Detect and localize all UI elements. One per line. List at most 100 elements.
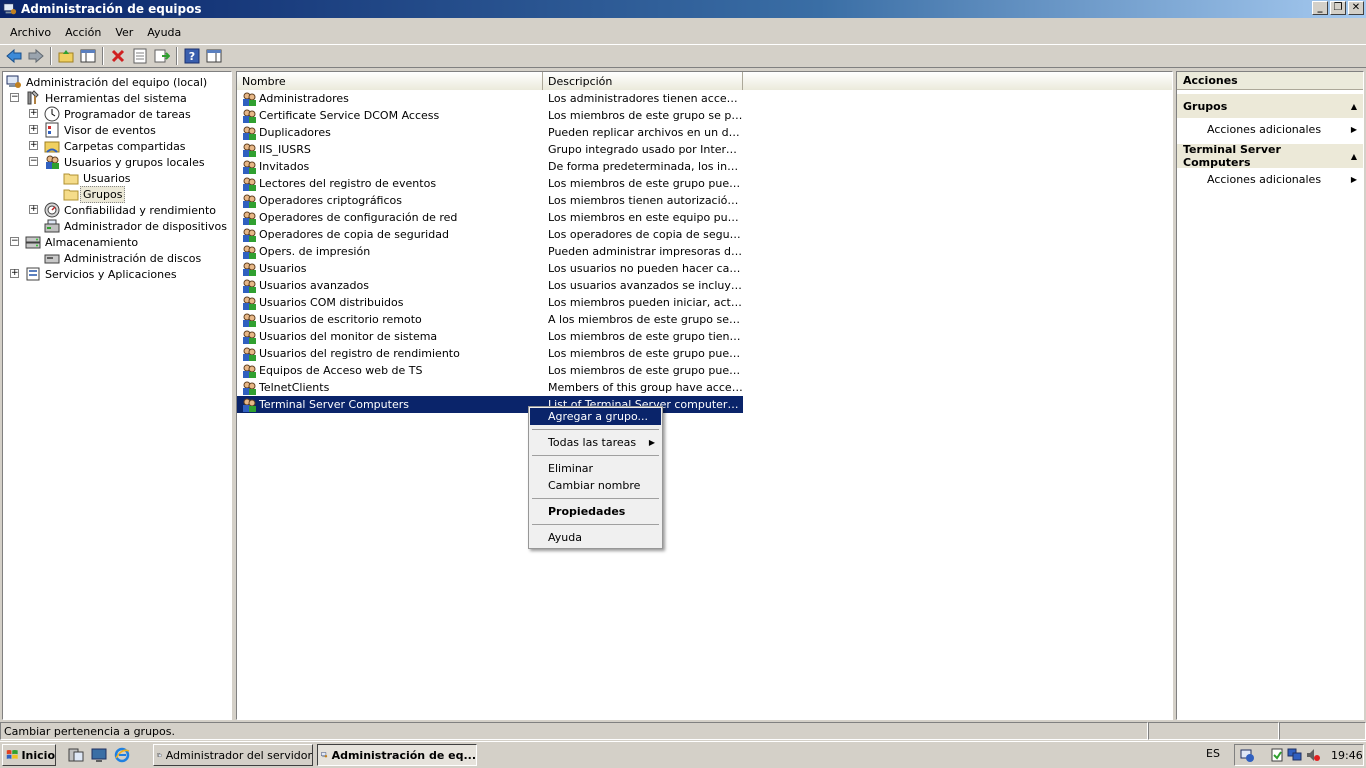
forward-button[interactable] [25, 46, 47, 67]
expand-icon[interactable]: + [10, 269, 19, 278]
folder-up-icon [58, 50, 74, 63]
group-icon [243, 160, 256, 174]
update-icon[interactable] [1269, 747, 1285, 763]
list-row[interactable]: TelnetClients Members of this group have … [237, 379, 1172, 396]
storage-icon [25, 236, 41, 249]
taskbar-button-computer-management[interactable]: Administración de eq... [317, 744, 477, 766]
column-header-name[interactable]: Nombre [237, 72, 543, 90]
export-list-button[interactable] [151, 46, 173, 67]
group-description: Los miembros de este grupo tienen a... [548, 330, 743, 343]
list-row[interactable]: Usuarios del monitor de sistema Los miemb… [237, 328, 1172, 345]
list-row[interactable]: Operadores de copia de seguridad Los oper… [237, 226, 1172, 243]
tree-item-system-tools[interactable]: − Herramientas del sistema [3, 90, 231, 106]
list-row[interactable]: Lectores del registro de eventos Los miem… [237, 175, 1172, 192]
list-row[interactable]: Opers. de impresión Pueden administrar im… [237, 243, 1172, 260]
delete-button[interactable] [107, 46, 129, 67]
group-icon [243, 364, 256, 378]
taskbar-button-server-manager[interactable]: Administrador del servidor [153, 744, 313, 766]
list-row[interactable]: Certificate Service DCOM Access Los miemb… [237, 107, 1172, 124]
action-label: Acciones adicionales [1207, 122, 1322, 136]
tree-item-groups[interactable]: Grupos [3, 185, 231, 203]
cell-name: Usuarios COM distribuidos [237, 294, 543, 311]
tree-item-users[interactable]: Usuarios [3, 170, 231, 186]
tree-item-device-manager[interactable]: Administrador de dispositivos [3, 218, 231, 234]
show-action-pane-button[interactable] [203, 46, 225, 67]
group-icon [243, 194, 256, 208]
tree-item-local-users[interactable]: − Usuarios y grupos locales [3, 154, 231, 170]
show-desktop-icon[interactable] [90, 746, 108, 764]
tree-item-storage[interactable]: − Almacenamiento [3, 234, 231, 250]
actions-section-groups[interactable]: Grupos ▲ [1177, 94, 1363, 118]
menu-separator [532, 429, 659, 430]
list-row[interactable]: Usuarios Los usuarios no pueden hacer cam… [237, 260, 1172, 277]
collapse-triangle-icon[interactable]: ▲ [1351, 102, 1357, 111]
collapse-icon[interactable]: − [29, 157, 38, 166]
group-description: De forma predeterminada, los invita... [548, 160, 743, 173]
list-row[interactable]: Terminal Server Computers List of Termina… [237, 396, 1172, 413]
menu-ayuda[interactable]: Ayuda [140, 26, 188, 39]
tree-label: Grupos [80, 185, 126, 203]
list-row[interactable]: Administradores Los administradores tiene… [237, 90, 1172, 107]
list-row[interactable]: Operadores de configuración de red Los mi… [237, 209, 1172, 226]
expand-icon[interactable]: + [29, 141, 38, 150]
menu-add-to-group[interactable]: Agregar a grupo... [530, 408, 661, 425]
tree-item-event-viewer[interactable]: + Visor de eventos [3, 122, 231, 138]
minimize-button[interactable]: _ [1312, 1, 1328, 15]
network-connection-icon[interactable] [1287, 747, 1303, 763]
tree-item-reliability[interactable]: + Confiabilidad y rendimiento [3, 202, 231, 218]
list-row[interactable]: Usuarios de escritorio remoto A los miemb… [237, 311, 1172, 328]
list-row[interactable]: Usuarios avanzados Los usuarios avanzados… [237, 277, 1172, 294]
action-more-actions[interactable]: Acciones adicionales ▶ [1177, 168, 1363, 190]
restore-button[interactable]: ❐ [1330, 1, 1346, 15]
menu-help[interactable]: Ayuda [530, 529, 661, 546]
tree-item-task-scheduler[interactable]: + Programador de tareas [3, 106, 231, 122]
menu-all-tasks[interactable]: Todas las tareas ▶ [530, 434, 661, 451]
expand-icon[interactable]: + [29, 125, 38, 134]
list-row[interactable]: Usuarios del registro de rendimiento Los … [237, 345, 1172, 362]
tree-item-services-apps[interactable]: + Servicios y Aplicaciones [3, 266, 231, 282]
tree-item-root[interactable]: Administración del equipo (local) [3, 74, 231, 90]
tree-item-disk-mgmt[interactable]: Administración de discos [3, 250, 231, 266]
actions-section-selected-group[interactable]: Terminal Server Computers ▲ [1177, 143, 1363, 169]
title-bar[interactable]: Administración de equipos _ ❐ ✕ [0, 0, 1366, 18]
help-button[interactable]: ? [181, 46, 203, 67]
action-more-actions[interactable]: Acciones adicionales ▶ [1177, 118, 1363, 140]
network-icon[interactable] [1239, 747, 1255, 763]
list-row[interactable]: Duplicadores Pueden replicar archivos en … [237, 124, 1172, 141]
expand-icon[interactable]: + [29, 205, 38, 214]
tree-item-shared-folders[interactable]: + Carpetas compartidas [3, 138, 231, 154]
menu-ver[interactable]: Ver [108, 26, 140, 39]
collapse-icon[interactable]: − [10, 93, 19, 102]
volume-muted-icon[interactable] [1305, 747, 1321, 763]
cell-description: Grupo integrado usado por Internet ... [543, 141, 743, 158]
clock[interactable]: 19:46 [1331, 749, 1363, 762]
list-row[interactable]: Invitados De forma predeterminada, los in… [237, 158, 1172, 175]
up-level-button[interactable] [55, 46, 77, 67]
menu-delete[interactable]: Eliminar [530, 460, 661, 477]
expand-icon[interactable]: + [29, 109, 38, 118]
back-button[interactable] [3, 46, 25, 67]
group-icon [243, 296, 256, 310]
show-hide-tree-button[interactable] [77, 46, 99, 67]
menu-properties[interactable]: Propiedades [530, 503, 661, 520]
close-button[interactable]: ✕ [1348, 1, 1364, 15]
list-row[interactable]: Equipos de Acceso web de TS Los miembros … [237, 362, 1172, 379]
list-row[interactable]: Usuarios COM distribuidos Los miembros pu… [237, 294, 1172, 311]
language-indicator[interactable]: ES [1206, 747, 1220, 760]
group-icon [243, 211, 256, 225]
list-row[interactable]: IIS_IUSRS Grupo integrado usado por Inter… [237, 141, 1172, 158]
group-icon [243, 398, 256, 412]
start-button[interactable]: Inicio [2, 744, 56, 766]
internet-explorer-icon[interactable] [113, 746, 131, 764]
menu-rename[interactable]: Cambiar nombre [530, 477, 661, 494]
tree-label: Administración del equipo (local) [26, 75, 208, 89]
menu-archivo[interactable]: Archivo [3, 26, 58, 39]
list-row[interactable]: Operadores criptográficos Los miembros ti… [237, 192, 1172, 209]
menu-accion[interactable]: Acción [58, 26, 108, 39]
collapse-icon[interactable]: − [10, 237, 19, 246]
collapse-triangle-icon[interactable]: ▲ [1351, 152, 1357, 161]
column-header-description[interactable]: Descripción [543, 72, 743, 90]
server-manager-icon[interactable] [67, 746, 85, 764]
properties-button[interactable] [129, 46, 151, 67]
cell-description: Los miembros pueden iniciar, activar ... [543, 294, 743, 311]
